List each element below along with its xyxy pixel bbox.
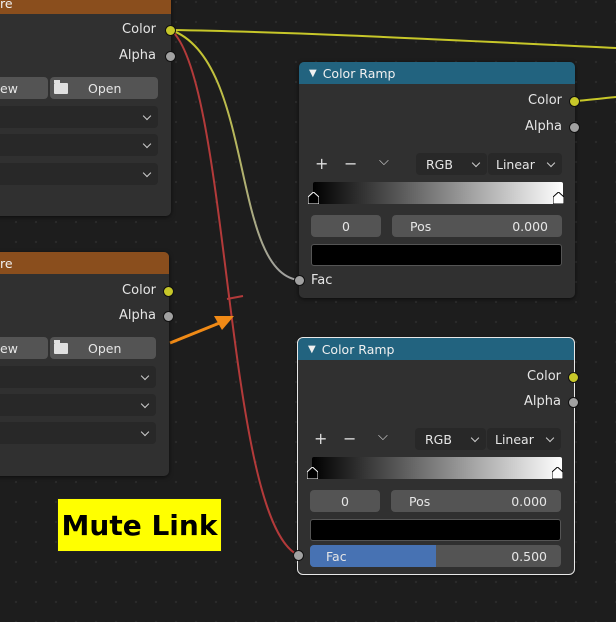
node-header[interactable]: re: [0, 0, 171, 14]
node-header[interactable]: ▼ Color Ramp: [298, 338, 574, 360]
folder-icon: [54, 79, 68, 94]
output-alpha-label: Alpha: [525, 119, 562, 134]
extension-dropdown[interactable]: [0, 163, 158, 185]
remove-stop-icon[interactable]: −: [344, 154, 357, 173]
output-alpha-socket[interactable]: [569, 122, 580, 133]
input-fac-socket[interactable]: [294, 275, 305, 286]
node-title: re: [0, 255, 13, 271]
input-fac-label: Fac: [311, 273, 333, 288]
active-stop-index-field[interactable]: 0: [310, 490, 380, 512]
output-alpha-label: Alpha: [524, 394, 561, 409]
image-texture-node-2[interactable]: re Color Alpha ew Open: [0, 252, 174, 476]
output-alpha-label: Alpha: [119, 48, 156, 63]
color-ramp-bar[interactable]: [312, 457, 562, 479]
output-color-label: Color: [122, 283, 156, 298]
output-alpha-socket[interactable]: [568, 397, 579, 408]
pos-label: Pos: [409, 493, 431, 509]
output-color-label: Color: [527, 369, 561, 384]
projection-dropdown[interactable]: [0, 394, 156, 416]
input-fac-socket[interactable]: [293, 550, 304, 561]
open-image-button[interactable]: Open: [50, 77, 158, 99]
new-image-button[interactable]: ew: [0, 77, 48, 99]
folder-icon: [54, 339, 68, 354]
output-alpha-label: Alpha: [119, 308, 156, 323]
fac-slider[interactable]: Fac 0.500: [310, 545, 561, 567]
fac-value: 0.500: [511, 548, 547, 564]
fac-label: Fac: [326, 548, 347, 564]
ramp-menu-chevron-icon[interactable]: ⌵: [378, 429, 388, 444]
interpolation-dropdown[interactable]: Linear: [488, 153, 562, 175]
interpolation-dropdown[interactable]: Linear: [487, 428, 561, 450]
color-mode-dropdown[interactable]: RGB: [416, 153, 487, 175]
color-ramp-node-1[interactable]: ▼ Color Ramp Color Alpha + − ⌵ RGB Linear…: [294, 62, 580, 298]
annotation-arrow: [169, 320, 223, 345]
output-color-socket[interactable]: [569, 96, 580, 107]
remove-stop-icon[interactable]: −: [343, 429, 356, 448]
add-stop-icon[interactable]: +: [314, 429, 327, 448]
color-ramp-node-2[interactable]: ▼ Color Ramp Color Alpha + − ⌵ RGB Linear…: [293, 337, 579, 575]
output-color-socket[interactable]: [163, 286, 174, 297]
pos-value: 0.000: [511, 493, 547, 509]
pos-label: Pos: [410, 218, 432, 234]
open-image-button[interactable]: Open: [50, 337, 156, 359]
output-color-socket[interactable]: [568, 372, 579, 383]
stop-color-swatch[interactable]: [310, 519, 561, 541]
node-title: Color Ramp: [322, 65, 396, 81]
interpolation-dropdown[interactable]: [0, 366, 156, 388]
stop-color-swatch[interactable]: [311, 244, 562, 266]
interpolation-dropdown[interactable]: [0, 106, 158, 128]
node-title: re: [0, 0, 13, 11]
link-ramp1-color-out[interactable]: [574, 96, 616, 102]
output-alpha-socket[interactable]: [165, 51, 176, 62]
color-stop-black-handle[interactable]: [308, 192, 319, 204]
collapse-chevron-icon[interactable]: ▼: [309, 68, 317, 79]
node-header[interactable]: re: [0, 252, 169, 274]
color-stop-black-handle[interactable]: [307, 467, 318, 479]
projection-dropdown[interactable]: [0, 134, 158, 156]
color-mode-dropdown[interactable]: RGB: [415, 428, 486, 450]
collapse-chevron-icon[interactable]: ▼: [308, 344, 316, 355]
extension-dropdown[interactable]: [0, 422, 156, 444]
stop-position-field[interactable]: Pos 0.000: [392, 215, 562, 237]
muted-link-color-to-ramp2-fac[interactable]: [170, 29, 299, 556]
mute-link-annotation: Mute Link: [57, 498, 222, 552]
node-title: Color Ramp: [321, 341, 395, 357]
output-color-socket[interactable]: [165, 25, 176, 36]
color-stop-white-handle[interactable]: [553, 192, 564, 204]
active-stop-index-field[interactable]: 0: [311, 215, 381, 237]
image-texture-node-1[interactable]: re Color Alpha ew Open: [0, 0, 176, 216]
output-color-label: Color: [528, 93, 562, 108]
new-image-button[interactable]: ew: [0, 337, 48, 359]
output-color-label: Color: [122, 22, 156, 37]
output-alpha-socket[interactable]: [163, 311, 174, 322]
node-header[interactable]: ▼ Color Ramp: [299, 62, 575, 84]
ramp-menu-chevron-icon[interactable]: ⌵: [379, 154, 389, 169]
link-color-to-output[interactable]: [170, 29, 616, 49]
color-ramp-bar[interactable]: [313, 182, 563, 204]
color-stop-white-handle[interactable]: [552, 467, 563, 479]
stop-position-field[interactable]: Pos 0.000: [391, 490, 561, 512]
add-stop-icon[interactable]: +: [315, 154, 328, 173]
pos-value: 0.000: [512, 218, 548, 234]
